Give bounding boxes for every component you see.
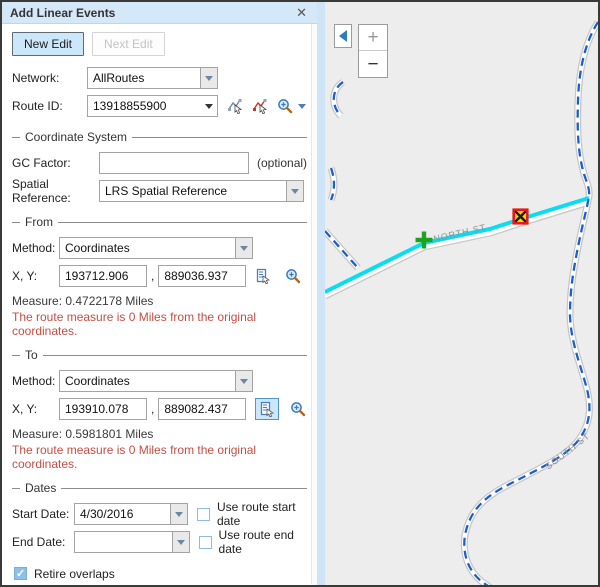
spatial-reference-arrow[interactable]	[286, 181, 303, 201]
gc-factor-label: GC Factor:	[12, 156, 99, 170]
gc-factor-hint: (optional)	[257, 156, 307, 170]
panel-body: New Edit Next Edit Network: AllRoutes Ro…	[2, 24, 317, 584]
network-value: AllRoutes	[88, 71, 200, 85]
chevron-down-icon	[177, 540, 185, 545]
from-method-value: Coordinates	[60, 241, 235, 255]
spatial-reference-value: LRS Spatial Reference	[100, 184, 286, 198]
chevron-down-icon	[205, 76, 213, 81]
from-x-input[interactable]	[59, 265, 147, 287]
to-warning: The route measure is 0 Miles from the or…	[12, 443, 307, 471]
pick-coordinates-active-button[interactable]	[255, 398, 279, 420]
xy-separator: ,	[151, 269, 154, 283]
from-method-dropdown[interactable]: Coordinates	[59, 237, 253, 259]
start-date-arrow[interactable]	[170, 504, 187, 524]
select-route-icon[interactable]	[227, 98, 243, 114]
use-route-start-date-checkbox[interactable]	[197, 508, 210, 521]
from-warning: The route measure is 0 Miles from the or…	[12, 310, 307, 338]
section-from: From	[12, 215, 307, 229]
start-date-value: 4/30/2016	[75, 507, 170, 521]
next-edit-button: Next Edit	[92, 32, 165, 56]
from-method-label: Method:	[12, 241, 59, 255]
from-xy-label: X, Y:	[12, 269, 59, 283]
to-method-value: Coordinates	[60, 374, 235, 388]
spatial-reference-label: Spatial Reference:	[12, 177, 99, 205]
xy-separator: ,	[151, 402, 154, 416]
pick-coordinates-icon	[259, 401, 275, 417]
chevron-left-icon	[339, 30, 347, 42]
select-route-red-icon[interactable]	[252, 98, 268, 114]
from-y-input[interactable]	[158, 265, 246, 287]
retire-overlaps-label: Retire overlaps	[34, 567, 115, 581]
chevron-down-icon	[175, 512, 183, 517]
zoom-to-to-point-icon[interactable]	[290, 401, 306, 417]
to-point-marker	[514, 210, 528, 224]
route-id-dropdown-arrow[interactable]	[201, 104, 217, 109]
network-label: Network:	[12, 71, 87, 85]
route-id-label: Route ID:	[12, 99, 87, 113]
map-zoom-control: + −	[358, 24, 388, 78]
section-to: To	[12, 348, 307, 362]
use-route-end-date-label: Use route end date	[219, 528, 307, 556]
use-route-end-date-checkbox[interactable]	[199, 536, 212, 549]
panel-title: Add Linear Events	[10, 6, 294, 20]
section-coordinate-system: Coordinate System	[12, 130, 307, 144]
chevron-down-icon	[205, 104, 213, 109]
use-route-start-date-label: Use route start date	[217, 500, 307, 528]
panel-header: Add Linear Events ✕	[2, 2, 317, 24]
zoom-out-button[interactable]: −	[359, 51, 387, 77]
route-id-value: 13918855900	[88, 99, 201, 113]
new-edit-button[interactable]: New Edit	[12, 32, 84, 56]
route-id-combo[interactable]: 13918855900	[87, 95, 218, 117]
zoom-to-route-icon[interactable]	[277, 98, 293, 114]
zoom-in-button[interactable]: +	[359, 25, 387, 51]
zoom-options-arrow[interactable]	[298, 104, 306, 109]
chevron-down-icon	[298, 104, 306, 109]
spatial-reference-dropdown[interactable]: LRS Spatial Reference	[99, 180, 304, 202]
section-dates: Dates	[12, 481, 307, 495]
from-method-arrow[interactable]	[235, 238, 252, 258]
end-date-dropdown[interactable]	[74, 531, 190, 553]
from-measure: Measure: 0.4722178 Miles	[12, 294, 307, 308]
start-date-dropdown[interactable]: 4/30/2016	[74, 503, 188, 525]
start-date-label: Start Date:	[12, 507, 74, 521]
map-roads-layer	[325, 2, 598, 585]
gc-factor-input[interactable]	[99, 152, 249, 174]
panel-scrollbar[interactable]	[311, 24, 317, 584]
chevron-down-icon	[240, 246, 248, 251]
to-x-input[interactable]	[59, 398, 147, 420]
collapse-panel-button[interactable]	[334, 24, 352, 48]
chevron-down-icon	[291, 189, 299, 194]
end-date-arrow[interactable]	[172, 532, 189, 552]
to-measure: Measure: 0.5981801 Miles	[12, 427, 307, 441]
to-y-input[interactable]	[158, 398, 246, 420]
retire-overlaps-checkbox[interactable]	[14, 567, 27, 580]
app-window: Add Linear Events ✕ New Edit Next Edit N…	[0, 0, 600, 587]
to-method-dropdown[interactable]: Coordinates	[59, 370, 253, 392]
network-dropdown[interactable]: AllRoutes	[87, 67, 218, 89]
chevron-down-icon	[240, 379, 248, 384]
to-method-label: Method:	[12, 374, 59, 388]
map-view[interactable]: NORTH ST SOUTH ST + −	[325, 2, 598, 585]
network-dropdown-arrow[interactable]	[200, 68, 217, 88]
pick-coordinates-icon[interactable]	[255, 268, 271, 284]
add-linear-events-panel: Add Linear Events ✕ New Edit Next Edit N…	[2, 2, 325, 585]
end-date-label: End Date:	[12, 535, 74, 549]
to-method-arrow[interactable]	[235, 371, 252, 391]
close-icon[interactable]: ✕	[294, 5, 309, 21]
to-xy-label: X, Y:	[12, 402, 59, 416]
zoom-to-from-point-icon[interactable]	[285, 268, 301, 284]
